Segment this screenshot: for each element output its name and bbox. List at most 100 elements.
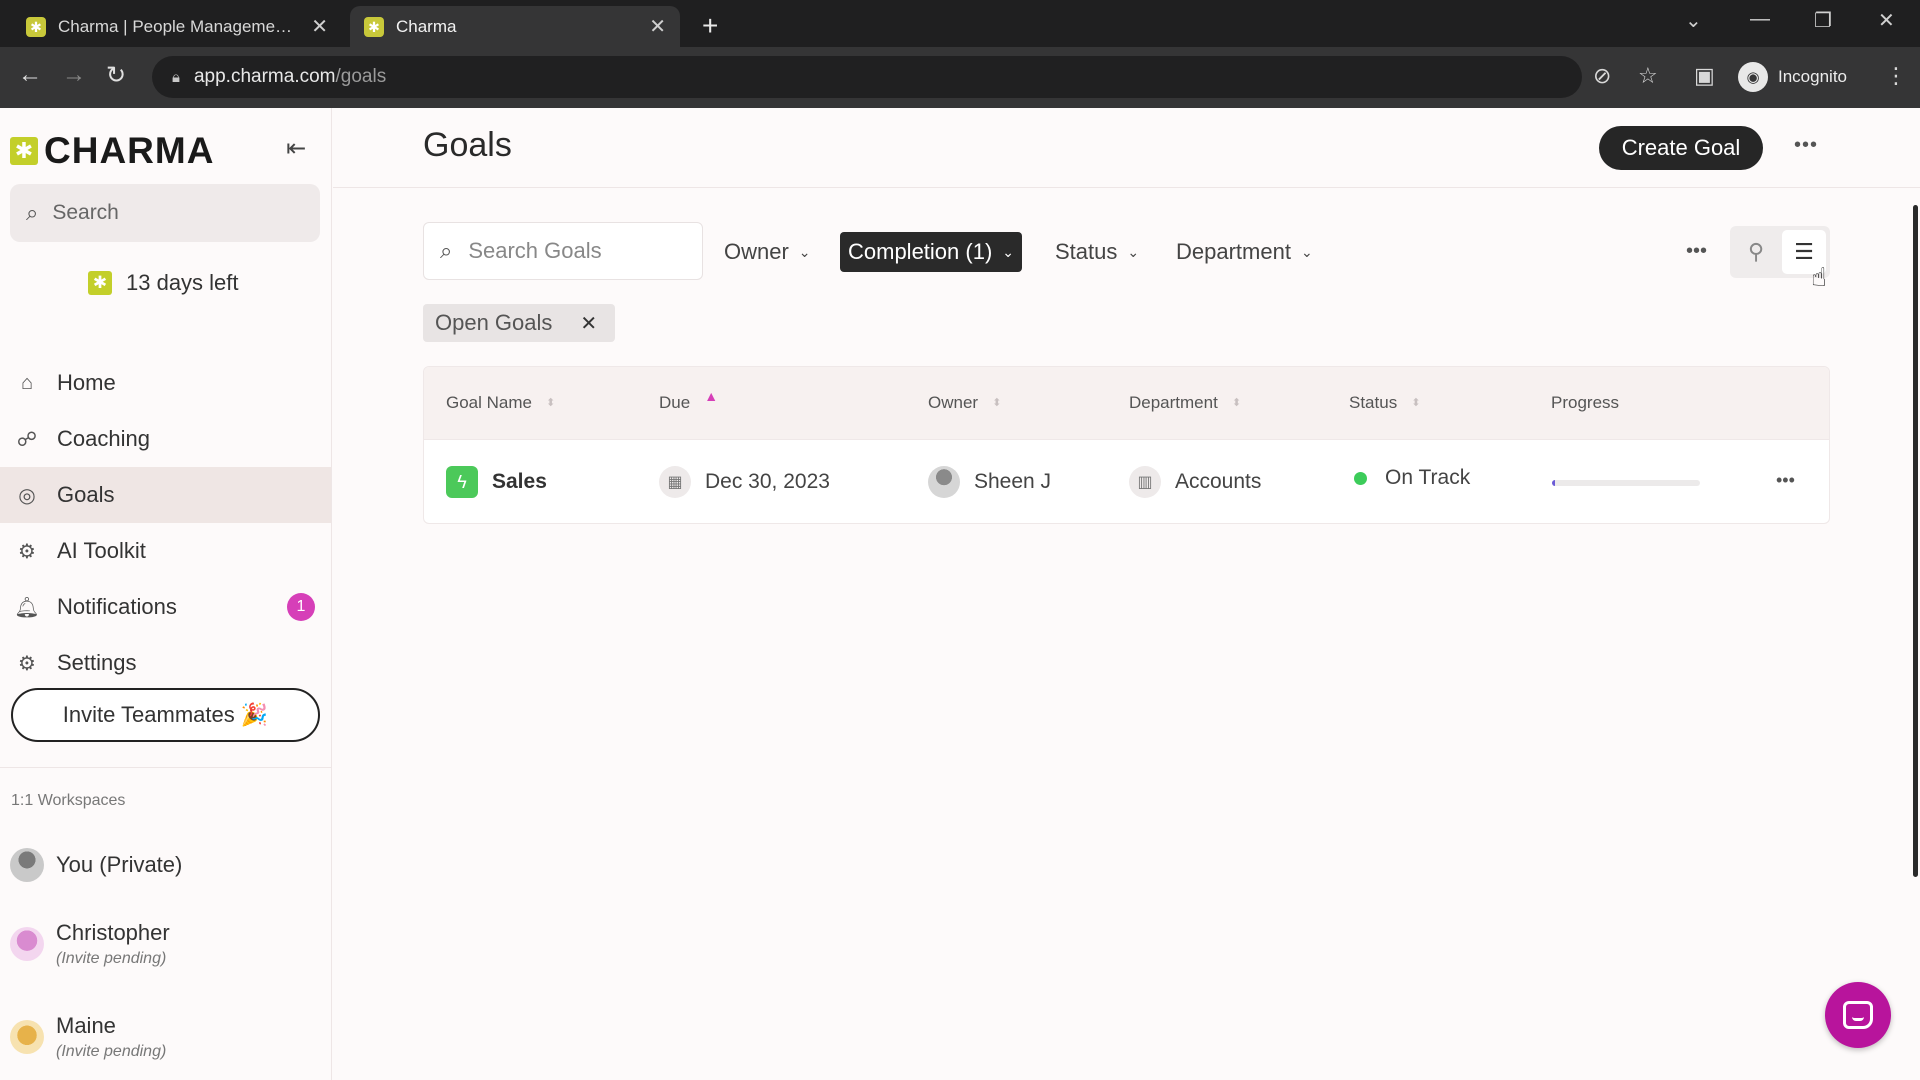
close-icon[interactable]: ✕ (580, 311, 597, 336)
charma-logo-icon: ✱ (10, 137, 38, 165)
workspace-name: Christopher (56, 920, 170, 945)
workspace-item-christopher[interactable]: Christopher (Invite pending) (10, 920, 170, 968)
chat-support-button[interactable] (1825, 982, 1891, 1048)
owner-filter[interactable]: Owner ⌄ (716, 232, 819, 272)
incognito-icon: ◉ (1738, 62, 1768, 92)
page-title: Goals (423, 126, 512, 164)
reload-icon[interactable]: ↻ (106, 61, 126, 90)
row-more-options-icon[interactable]: ••• (1776, 470, 1795, 491)
department-filter[interactable]: Department ⌄ (1168, 232, 1321, 272)
sidebar-item-ai-toolkit[interactable]: ⚙︎ AI Toolkit (0, 523, 331, 579)
sort-icon: ⬍ (1411, 396, 1421, 409)
incognito-profile[interactable]: ◉ Incognito (1738, 59, 1847, 95)
close-icon[interactable]: ✕ (311, 14, 328, 39)
column-label: Department (1129, 393, 1218, 412)
sort-icon: ⬍ (1231, 396, 1242, 409)
due-date: Dec 30, 2023 (705, 470, 830, 493)
bookmark-star-icon[interactable]: ☆ (1638, 63, 1658, 89)
chevron-down-icon: ⌄ (798, 243, 811, 260)
workspace-name: You (Private) (56, 852, 183, 877)
brand-logo[interactable]: ✱ CHARMA (10, 130, 214, 172)
sidebar-item-notifications[interactable]: 🔔︎ Notifications 1 (0, 579, 331, 635)
avatar (928, 466, 960, 498)
filter-label: Status (1055, 239, 1118, 264)
chip-label: Open Goals (435, 310, 553, 335)
column-status[interactable]: Status ⬍ (1349, 393, 1420, 413)
column-label: Status (1349, 393, 1398, 412)
column-owner[interactable]: Owner ⬍ (928, 393, 1001, 413)
sidebar-item-coaching[interactable]: ☍ Coaching (0, 411, 331, 467)
url-host: app.charma.com (193, 66, 336, 87)
browser-tab-charma-people[interactable]: Charma | People Management S ✕ (12, 6, 342, 47)
filter-label: Department (1176, 239, 1291, 264)
table-row[interactable]: ϟ Sales ▦ Dec 30, 2023 Sheen J ▥ Account… (424, 440, 1829, 523)
tab-search-chevron-icon[interactable]: ⌄ (1685, 8, 1702, 33)
restore-icon[interactable]: ❐ (1814, 8, 1832, 33)
completion-filter[interactable]: Completion (1) ⌄ (840, 232, 1023, 272)
forward-icon[interactable]: → (62, 61, 86, 89)
chevron-down-icon: ⌄ (1002, 243, 1015, 260)
progress-fill (1552, 480, 1555, 486)
tab-title: Charma | People Management S (58, 16, 302, 36)
trial-days-left[interactable]: ✱ 13 days left (88, 270, 239, 296)
due-cell[interactable]: ▦ Dec 30, 2023 (659, 466, 830, 498)
workspace-item-maine[interactable]: Maine (Invite pending) (10, 1013, 166, 1061)
trial-text: 13 days left (126, 270, 239, 295)
collapse-sidebar-icon[interactable]: ⇤ (286, 134, 306, 163)
column-goal-name[interactable]: Goal Name ⬍ (446, 393, 555, 413)
status-cell[interactable]: On Track (1354, 466, 1470, 490)
owner-cell[interactable]: Sheen J (928, 466, 1051, 498)
sidebar-search-input[interactable]: ⌕ Search (10, 184, 320, 242)
invite-teammates-button[interactable]: Invite Teammates 🎉 (11, 688, 320, 742)
sidebar-item-settings[interactable]: ⚙ Settings (0, 635, 331, 691)
column-label: Due (659, 393, 691, 412)
lightning-icon: ϟ (446, 466, 478, 498)
page-scrollbar[interactable] (1913, 205, 1918, 877)
lock-icon: 🔒︎ (172, 68, 180, 86)
sort-ascending-icon: ▲ (704, 388, 719, 404)
sidebar-item-goals[interactable]: ◎ Goals (0, 467, 331, 523)
goal-name-cell[interactable]: ϟ Sales (446, 466, 547, 498)
close-icon[interactable]: ✕ (649, 14, 666, 39)
new-tab-icon[interactable]: + (702, 10, 718, 42)
back-icon[interactable]: ← (18, 61, 42, 89)
sidebar-divider (0, 767, 331, 768)
goals-table: Goal Name ⬍ Due ▲ Owner ⬍ Department ⬍ S… (423, 366, 1830, 524)
column-due[interactable]: Due ▲ (659, 389, 718, 413)
status-dot-icon (1354, 471, 1367, 485)
open-goals-chip[interactable]: Open Goals ✕ (423, 304, 615, 342)
eye-off-icon[interactable]: ⊘ (1593, 63, 1611, 89)
tab-title: Charma (396, 16, 457, 36)
search-icon: ⌕ (440, 238, 453, 263)
workspace-status: (Invite pending) (56, 950, 167, 967)
filter-label: Completion (1) (848, 239, 993, 264)
department-cell[interactable]: ▥ Accounts (1129, 466, 1261, 498)
browser-menu-icon[interactable]: ⋮ (1885, 63, 1907, 89)
sidebar-item-label: Coaching (57, 426, 150, 451)
status-filter[interactable]: Status ⌄ (1047, 232, 1147, 272)
sidebar-item-label: Goals (57, 482, 115, 507)
filter-more-options-icon[interactable]: ••• (1686, 240, 1707, 263)
minimize-icon[interactable]: — (1750, 8, 1770, 31)
column-department[interactable]: Department ⬍ (1129, 393, 1241, 413)
search-placeholder: Search (52, 201, 119, 224)
search-goals-input[interactable]: ⌕ Search Goals (423, 222, 703, 280)
target-icon: ◎ (18, 484, 36, 507)
more-options-icon[interactable]: ••• (1794, 134, 1818, 157)
sidebar: ✱ CHARMA ⇤ ⌕ Search ✱ 13 days left ⌂ Hom… (0, 108, 332, 1080)
side-panel-icon[interactable]: ▣ (1694, 63, 1715, 89)
address-bar[interactable]: 🔒︎ app.charma.com/goals (152, 56, 1582, 98)
url-path: /goals (335, 66, 387, 87)
mouse-pointer-icon: ☝ (1811, 262, 1827, 292)
workspace-item-you[interactable]: You (Private) (10, 848, 182, 882)
page-header: Goals Create Goal ••• (333, 108, 1920, 188)
tree-view-icon[interactable]: ⚲ (1734, 230, 1778, 274)
browser-tab-charma[interactable]: Charma ✕ (350, 6, 680, 47)
sidebar-item-home[interactable]: ⌂ Home (0, 355, 331, 411)
charma-favicon-icon (26, 16, 46, 37)
home-icon: ⌂ (20, 371, 34, 394)
gear-icon: ⚙ (18, 652, 36, 675)
window-close-icon[interactable]: ✕ (1878, 8, 1895, 33)
create-goal-button[interactable]: Create Goal (1599, 126, 1763, 170)
column-label: Progress (1551, 393, 1620, 412)
